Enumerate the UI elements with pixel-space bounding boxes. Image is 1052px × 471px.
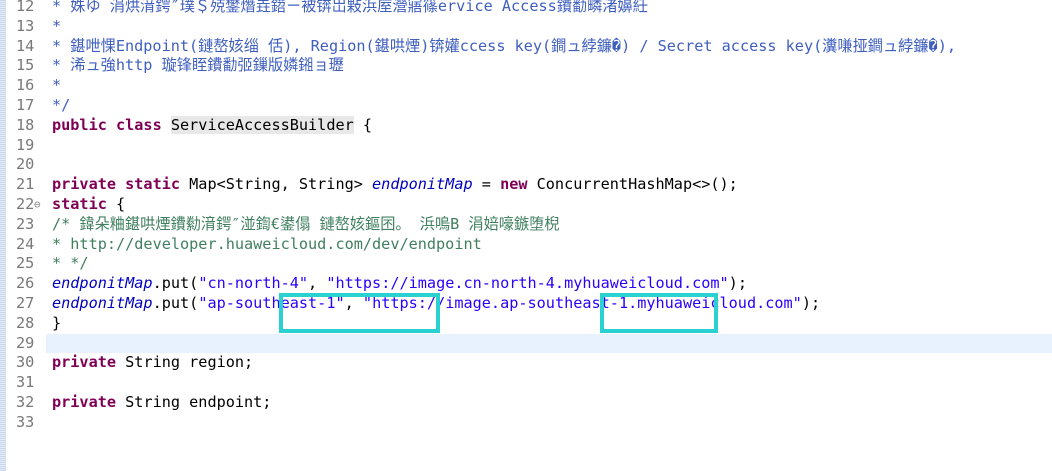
code-token: * [52, 76, 62, 95]
line-number: 16 [16, 76, 35, 95]
code-text: * 鍖呭惈Endpoint(鏈嶅姟缁 佸), Region(鍖哄煙)锛孉cces… [52, 37, 956, 57]
code-token: { [106, 195, 126, 213]
code-line[interactable] [0, 155, 1052, 175]
code-line[interactable] [0, 96, 1052, 116]
code-text: endponitMap.put("cn-north-4", "https://i… [52, 274, 747, 294]
line-number: 32 [16, 393, 35, 411]
line-number: 13 [16, 16, 35, 35]
code-text: public class ServiceAccessBuilder { [52, 115, 373, 136]
code-token: { [353, 115, 373, 134]
line-number: 20 [16, 155, 35, 174]
code-token: * [52, 16, 62, 35]
code-token: } [52, 313, 62, 332]
code-token: .put( [152, 274, 199, 293]
code-token: * 鍖呭惈Endpoint(鏈嶅姟缁 佸), Region(鍖哄煙)锛孉cces… [52, 36, 956, 55]
code-token: new [500, 175, 537, 194]
code-token: private [52, 393, 126, 411]
code-text: /* 鍏朵粬鍖哄煙鐨勬湇鍔″湴鍧€鍙傝 鏈嶅姟鏂囨。 浜嗚В 涓婄嚎鏃堕棿 [52, 215, 560, 235]
line-number: 23 [16, 214, 35, 233]
line-number: 14 [16, 36, 35, 55]
code-token: = [472, 175, 501, 194]
line-number: 25 [16, 254, 35, 273]
highlight-box-endpoint-host [600, 293, 718, 333]
code-line[interactable] [0, 314, 1052, 334]
line-number: 29 [16, 333, 35, 352]
line-number: 24 [16, 234, 35, 253]
code-token: * */ [52, 254, 89, 273]
code-token: static [52, 195, 107, 213]
code-token: */ [52, 96, 71, 114]
code-line[interactable] [0, 373, 1052, 393]
code-text: private static Map<String, String> endpo… [52, 175, 738, 195]
code-line[interactable] [0, 76, 1052, 96]
code-token: Map<String, String> [189, 175, 373, 194]
line-number: 12 [16, 0, 35, 15]
code-line[interactable] [0, 254, 1052, 274]
code-editor[interactable]: 12 * 姝ゆ 涓烘湇鍔″璞＄殑鐢熸垚鍣ㄧ被锛岀敤浜庢瀯寤篠ervice Acc… [0, 0, 1052, 471]
line-number: 15 [16, 56, 35, 75]
code-token: ServiceAccessBuilder [170, 115, 354, 134]
code-text: */ [52, 96, 70, 116]
code-text: * [52, 76, 61, 96]
code-token: , [308, 274, 327, 293]
line-number: 17 [16, 96, 35, 114]
code-text: static { [52, 195, 125, 215]
fold-toggle-icon[interactable]: ⊖ [34, 195, 41, 215]
code-text: * http://developer.huaweicloud.com/dev/e… [52, 235, 482, 255]
code-token: * 浠ュ強http 璇锋眰鐨勫弬鏁版嫾鎺ョ瓑 [52, 56, 344, 75]
line-number: 22 [16, 195, 35, 213]
code-token: private [52, 353, 126, 372]
line-number: 19 [16, 135, 35, 154]
code-line[interactable] [0, 17, 1052, 37]
code-line[interactable] [0, 413, 1052, 433]
line-number: 21 [16, 175, 35, 194]
highlight-box-region-key [279, 293, 440, 333]
code-token: .put( [152, 294, 199, 312]
code-token: String region; [125, 353, 254, 372]
line-number: 27 [16, 294, 35, 312]
code-token: * http://developer.huaweicloud.com/dev/e… [52, 234, 482, 253]
code-token: String endpoint; [125, 393, 272, 411]
code-token: ConcurrentHashMap<>(); [536, 175, 738, 194]
code-text: * 浠ュ強http 璇锋眰鐨勫弬鏁版嫾鎺ョ瓑 [52, 56, 344, 76]
code-token: ); [728, 274, 747, 293]
line-number: 28 [16, 313, 35, 332]
code-text: private String endpoint; [52, 393, 271, 413]
code-token: endponitMap [372, 175, 473, 194]
line-number: 31 [16, 373, 35, 392]
code-text: * 姝ゆ 涓烘湇鍔″璞＄殑鐢熸垚鍣ㄧ被锛岀敤浜庢瀯寤篠ervice Access… [52, 0, 648, 17]
line-number: 33 [16, 412, 35, 431]
code-token: "cn-north-4" [198, 274, 309, 293]
code-token: /* 鍏朵粬鍖哄煙鐨勬湇鍔″湴鍧€鍙傝 鏈嶅姟鏂囨。 浜嗚В 涓婄嚎鏃堕棿 [52, 214, 560, 233]
line-number: 26 [16, 274, 35, 293]
code-text: private String region; [52, 353, 253, 373]
code-token: public class [52, 115, 171, 134]
code-text: } [52, 314, 61, 334]
code-text: * */ [52, 254, 89, 274]
line-number: 18 [16, 115, 35, 134]
line-number: 30 [16, 353, 35, 372]
code-token: endponitMap [52, 274, 153, 293]
code-token: endponitMap [52, 294, 153, 312]
code-token: ); [801, 294, 821, 312]
code-token: private static [52, 175, 190, 194]
code-line[interactable] [0, 136, 1052, 156]
code-token: * 姝ゆ 涓烘湇鍔″璞＄殑鐢熸垚鍣ㄧ被锛岀敤浜庢瀯寤篠ervice Access… [52, 0, 648, 15]
code-text: * [52, 17, 61, 37]
code-line[interactable] [46, 333, 1052, 354]
code-line[interactable] [0, 195, 1052, 215]
code-token: "https://image.cn-north-4.myhuaweicloud.… [326, 274, 729, 293]
